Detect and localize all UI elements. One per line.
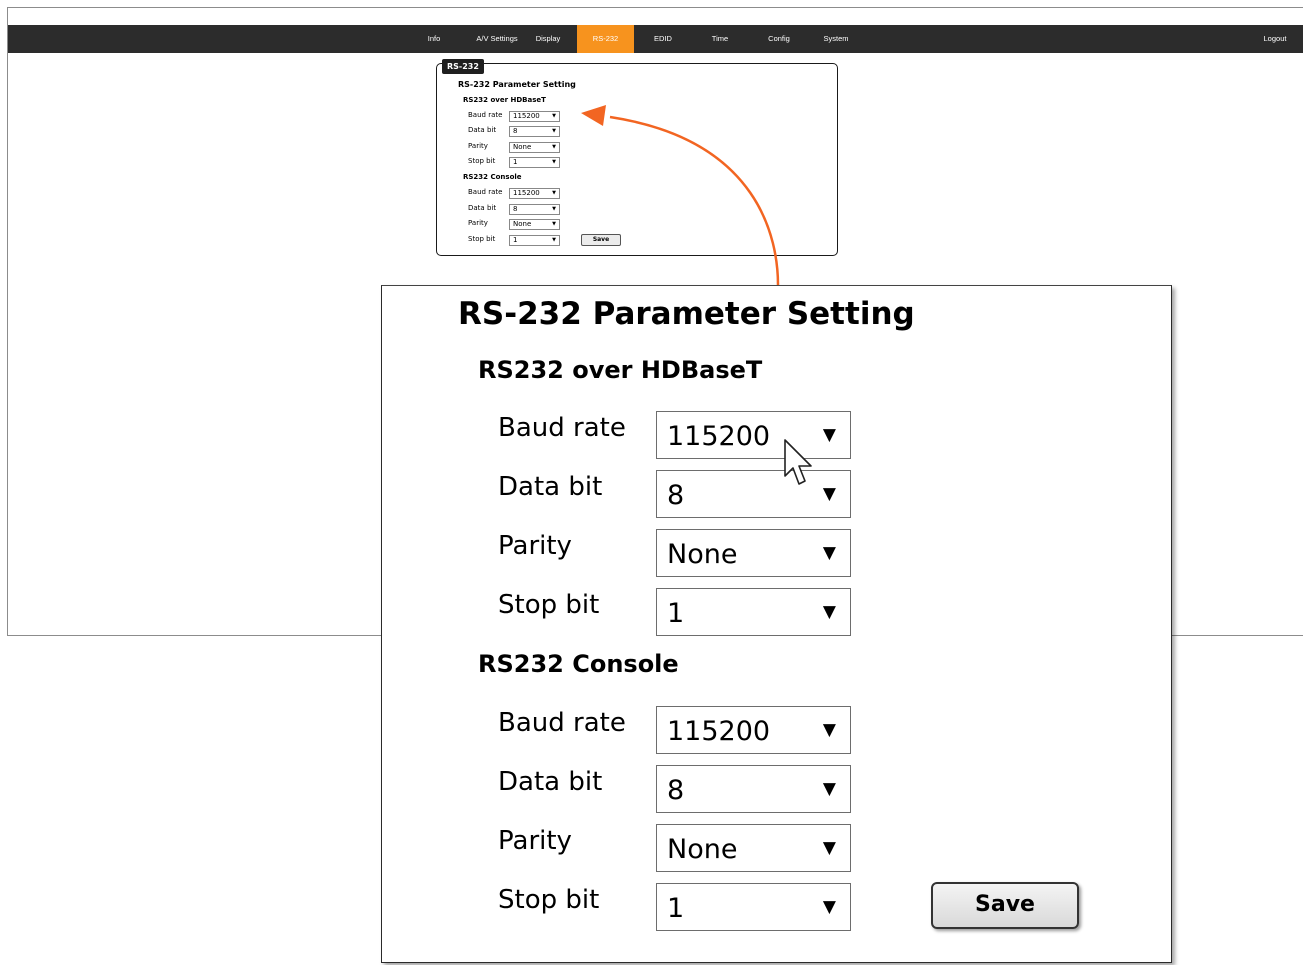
section-heading-console: RS232 Console [478, 650, 679, 678]
select-value: 1 [667, 598, 685, 629]
label-baud-rate: Baud rate [498, 413, 626, 443]
label-data-bit: Data bit [498, 472, 603, 502]
chevron-down-icon: ▼ [822, 543, 836, 563]
section-heading-hdbaset: RS232 over HDBaseT [478, 356, 763, 384]
arrow-head-icon [581, 105, 606, 126]
chevron-down-icon: ▼ [822, 425, 836, 445]
callout-arrow-line [609, 115, 780, 286]
select-value: 8 [667, 480, 685, 511]
mouse-pointer-icon [784, 439, 812, 485]
chevron-down-icon: ▼ [822, 602, 836, 622]
panel-title: RS-232 Parameter Setting [458, 296, 915, 332]
hdbaset-data-bit-select[interactable]: 8 ▼ [656, 470, 851, 518]
label-data-bit: Data bit [498, 767, 603, 797]
label-parity: Parity [498, 826, 572, 856]
select-value: 115200 [667, 716, 771, 747]
chevron-down-icon: ▼ [822, 779, 836, 799]
select-value: 8 [667, 775, 685, 806]
select-value: None [667, 539, 738, 570]
console-parity-select[interactable]: None ▼ [656, 824, 851, 872]
label-stop-bit: Stop bit [498, 885, 600, 915]
hdbaset-stop-bit-select[interactable]: 1 ▼ [656, 588, 851, 636]
select-value: None [667, 834, 738, 865]
label-stop-bit: Stop bit [498, 590, 600, 620]
chevron-down-icon: ▼ [822, 484, 836, 504]
console-stop-bit-select[interactable]: 1 ▼ [656, 883, 851, 931]
chevron-down-icon: ▼ [822, 897, 836, 917]
save-button[interactable]: Save [931, 882, 1079, 929]
console-baud-rate-select[interactable]: 115200 ▼ [656, 706, 851, 754]
hdbaset-baud-rate-select[interactable]: 115200 ▼ [656, 411, 851, 459]
chevron-down-icon: ▼ [822, 838, 836, 858]
select-value: 1 [667, 893, 685, 924]
label-baud-rate: Baud rate [498, 708, 626, 738]
label-parity: Parity [498, 531, 572, 561]
chevron-down-icon: ▼ [822, 720, 836, 740]
select-value: 115200 [667, 421, 771, 452]
console-data-bit-select[interactable]: 8 ▼ [656, 765, 851, 813]
hdbaset-parity-select[interactable]: None ▼ [656, 529, 851, 577]
